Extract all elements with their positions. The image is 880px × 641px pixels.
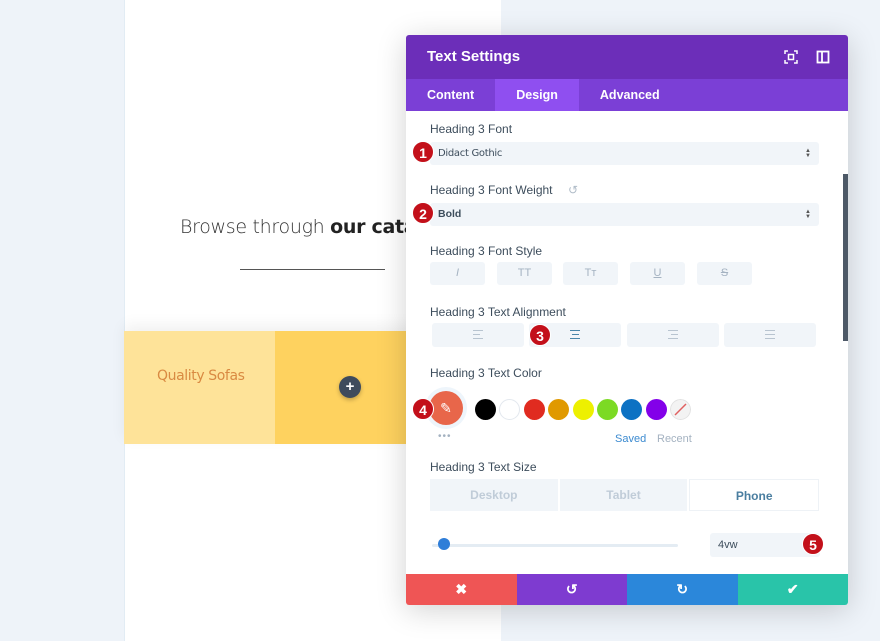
text-alignment-label: Heading 3 Text Alignment — [430, 305, 566, 319]
align-right-icon — [668, 330, 678, 342]
promo-label: Quality Sofas — [157, 368, 245, 384]
font-weight-select[interactable]: Bold ▲ ▼ — [430, 203, 819, 226]
swatch-red[interactable] — [524, 399, 545, 420]
font-weight-value: Bold — [438, 208, 462, 220]
strikethrough-button[interactable]: S — [697, 262, 752, 285]
select-arrows-icon: ▲ ▼ — [805, 148, 811, 159]
undo-icon: ↺ — [565, 581, 578, 597]
select-arrows-icon: ▲ ▼ — [805, 209, 811, 220]
modal-footer: ✖ ↺ ↻ ✔ — [406, 574, 848, 605]
recent-colors-tab[interactable]: Recent — [657, 433, 692, 445]
undo-button[interactable]: ↺ — [516, 574, 627, 605]
modal-body: Heading 3 Font Didact Gothic ▲ ▼ Heading 3… — [406, 111, 848, 575]
uppercase-button[interactable]: TT — [497, 262, 552, 285]
add-module-button[interactable]: + — [339, 376, 361, 398]
align-center-icon — [570, 330, 580, 342]
device-tab-tablet[interactable]: Tablet — [559, 479, 688, 511]
swatch-yellow[interactable] — [573, 399, 594, 420]
text-settings-modal: Text Settings Content Design Advanced He… — [406, 35, 848, 605]
check-icon: ✔ — [786, 581, 799, 597]
align-left-icon — [473, 330, 483, 342]
slider-handle[interactable] — [438, 538, 451, 550]
font-style-label: Heading 3 Font Style — [430, 244, 543, 258]
align-justify-icon — [765, 330, 775, 342]
text-size-label: Heading 3 Text Size — [430, 460, 537, 474]
align-justify-button[interactable] — [724, 323, 816, 347]
align-left-button[interactable] — [432, 323, 524, 347]
step-badge-1: 1 — [412, 141, 434, 163]
color-picker-button[interactable]: ✎ — [429, 391, 463, 425]
step-badge-4: 4 — [412, 398, 434, 420]
cancel-button[interactable]: ✖ — [406, 574, 517, 605]
saved-colors-tab[interactable]: Saved — [615, 433, 646, 445]
plus-icon: + — [345, 378, 355, 395]
underline-button[interactable]: U — [630, 262, 685, 285]
swatch-purple[interactable] — [646, 399, 667, 420]
device-tab-desktop[interactable]: Desktop — [430, 479, 558, 511]
redo-button[interactable]: ↻ — [627, 574, 738, 605]
text-color-label: Heading 3 Text Color — [430, 366, 542, 380]
step-badge-3: 3 — [529, 324, 551, 346]
eyedropper-icon: ✎ — [440, 400, 452, 416]
swatch-blue[interactable] — [621, 399, 642, 420]
save-button[interactable]: ✔ — [737, 574, 848, 605]
capitalize-button[interactable]: Tт — [563, 262, 618, 285]
fullscreen-icon[interactable] — [784, 50, 798, 64]
tab-content[interactable]: Content — [406, 79, 495, 111]
device-tab-phone[interactable]: Phone — [689, 479, 820, 511]
step-badge-2: 2 — [412, 202, 434, 224]
text-size-slider[interactable] — [432, 544, 678, 547]
more-colors-button[interactable]: ••• — [438, 431, 452, 442]
font-label: Heading 3 Font — [430, 122, 513, 136]
swatch-none-icon[interactable] — [670, 399, 691, 420]
font-select[interactable]: Didact Gothic ▲ ▼ — [430, 142, 819, 165]
split-view-icon[interactable] — [816, 50, 830, 64]
modal-scrollbar[interactable] — [843, 174, 848, 341]
align-right-button[interactable] — [627, 323, 719, 347]
tab-advanced[interactable]: Advanced — [579, 79, 681, 111]
swatch-orange[interactable] — [548, 399, 569, 420]
reset-icon[interactable]: ↺ — [568, 183, 578, 197]
tab-design[interactable]: Design — [495, 79, 579, 111]
swatch-green[interactable] — [597, 399, 618, 420]
redo-icon: ↻ — [676, 581, 689, 597]
font-weight-label: Heading 3 Font Weight — [430, 183, 553, 197]
headline-light-text: Browse through — [180, 216, 331, 238]
step-badge-5: 5 — [802, 533, 824, 555]
close-icon: ✖ — [455, 581, 468, 597]
divider-line — [240, 269, 385, 270]
swatch-white[interactable] — [499, 399, 520, 420]
promo-column-sofas[interactable]: Quality Sofas — [124, 331, 275, 444]
italic-button[interactable]: I — [430, 262, 485, 285]
modal-header: Text Settings — [406, 35, 848, 79]
swatch-black[interactable] — [475, 399, 496, 420]
device-tabs: Desktop Tablet Phone — [430, 479, 820, 511]
modal-title: Text Settings — [427, 48, 521, 65]
page-headline[interactable]: Browse through our catalo — [180, 216, 436, 238]
font-value: Didact Gothic — [438, 148, 503, 159]
modal-tabs: Content Design Advanced — [406, 79, 848, 111]
